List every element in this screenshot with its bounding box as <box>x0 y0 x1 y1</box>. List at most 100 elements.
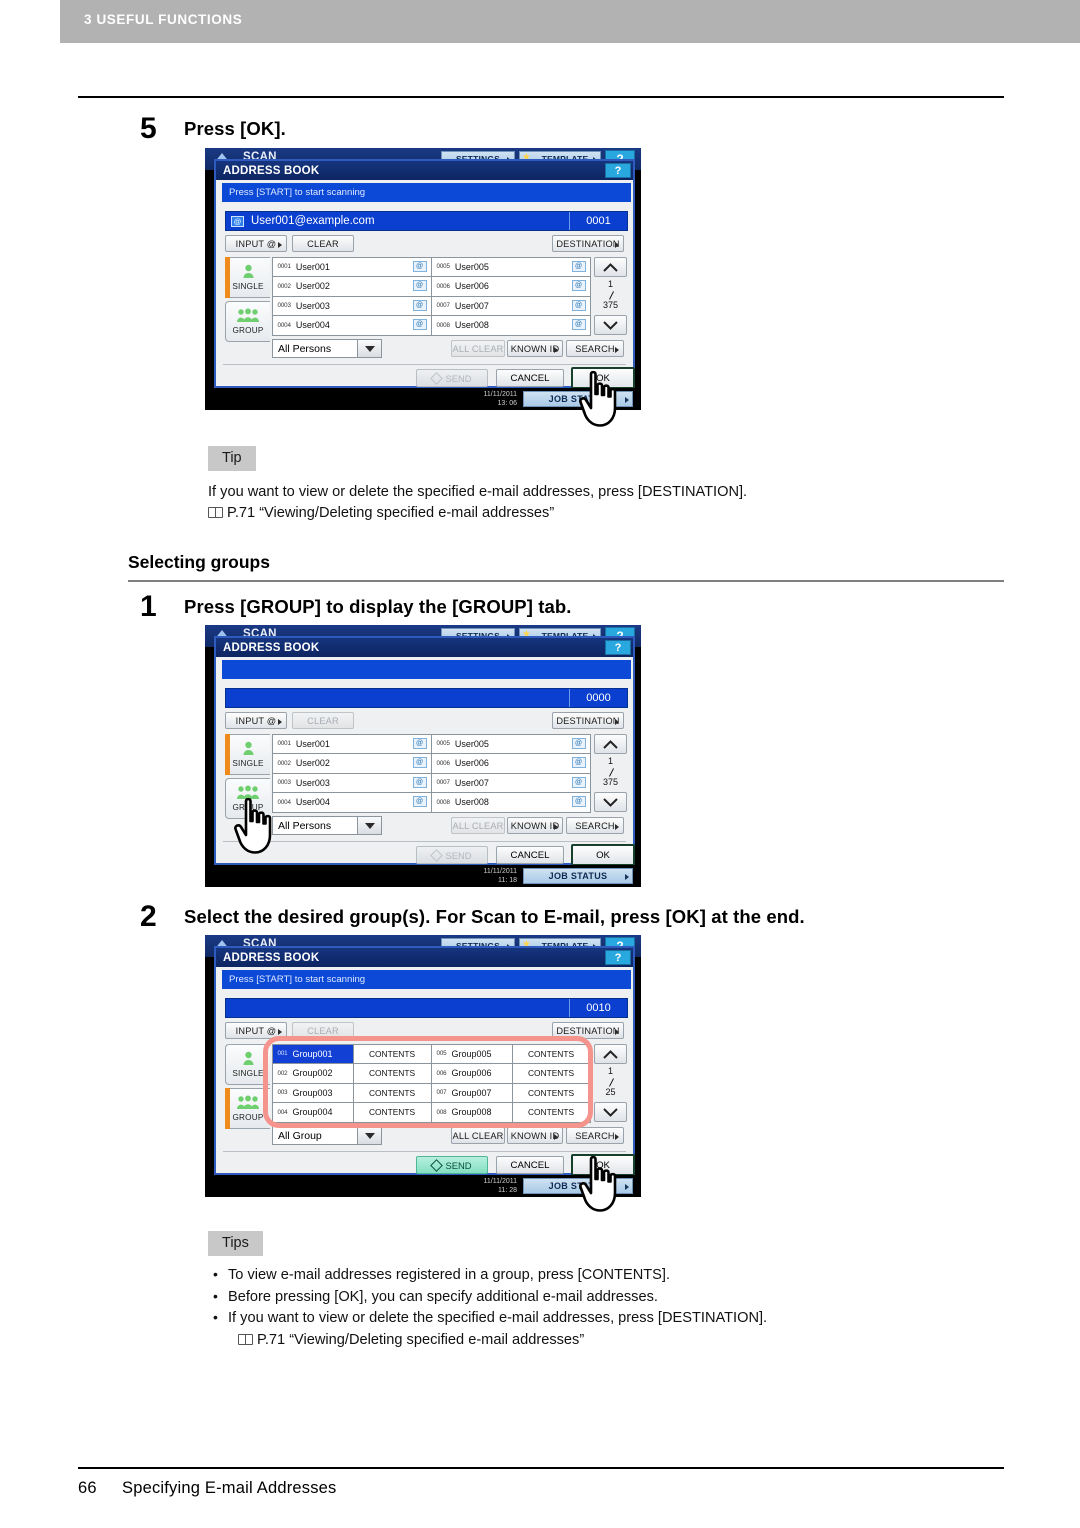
list-item[interactable]: 0005 User005 @ <box>430 733 591 754</box>
list-item[interactable]: 0005 User005 @ <box>430 256 591 277</box>
list-item[interactable]: 0003 User003 @ <box>271 772 432 793</box>
chevron-right-icon <box>554 1134 558 1140</box>
mail-icon[interactable]: @ <box>571 737 586 749</box>
list-item[interactable]: 0004 User004 @ <box>271 792 432 813</box>
scroll-down-button[interactable] <box>594 315 627 335</box>
chevron-down-icon[interactable] <box>357 1127 381 1144</box>
list-item[interactable]: 0006 User006 @ <box>430 276 591 297</box>
mail-icon[interactable]: @ <box>412 260 427 272</box>
mail-icon[interactable]: @ <box>571 280 586 291</box>
input-at-button[interactable]: INPUT @ <box>225 1022 287 1039</box>
destination-button[interactable]: DESTINATION <box>552 235 624 252</box>
contents-button[interactable]: CONTENTS <box>352 1083 431 1102</box>
contents-button[interactable]: CONTENTS <box>352 1103 431 1122</box>
known-id-button[interactable]: KNOWN ID <box>507 817 563 834</box>
list-item[interactable]: 0004 User004 @ <box>271 315 432 336</box>
cancel-button[interactable]: CANCEL <box>496 846 564 864</box>
page-separator <box>607 1078 617 1086</box>
mail-icon[interactable]: @ <box>412 796 427 807</box>
clear-button[interactable]: CLEAR <box>292 712 354 729</box>
input-at-button[interactable]: INPUT @ <box>225 712 287 729</box>
scroll-up-button[interactable] <box>594 257 627 277</box>
tab-single[interactable]: SINGLE <box>225 734 270 775</box>
mail-icon[interactable]: @ <box>571 796 586 807</box>
chevron-down-icon[interactable] <box>357 817 381 834</box>
send-button[interactable]: SEND <box>416 846 488 864</box>
known-id-button[interactable]: KNOWN ID <box>507 1127 563 1144</box>
scroll-up-button[interactable] <box>594 1044 627 1064</box>
contents-button[interactable]: CONTENTS <box>352 1064 431 1083</box>
all-clear-button[interactable]: ALL CLEAR <box>451 817 505 834</box>
mail-icon[interactable]: @ <box>571 299 586 311</box>
dialog-help-button[interactable]: ? <box>605 640 631 655</box>
scroll-up-button[interactable] <box>594 734 627 754</box>
list-item[interactable]: 006 Group006 CONTENTS <box>430 1063 591 1084</box>
list-item[interactable]: 001 Group001 CONTENTS <box>271 1043 432 1064</box>
list-item[interactable]: 005 Group005 CONTENTS <box>430 1043 591 1064</box>
dialog-help-button[interactable]: ? <box>605 950 631 965</box>
list-item[interactable]: 0003 User003 @ <box>271 295 432 316</box>
destination-button[interactable]: DESTINATION <box>552 1022 624 1039</box>
all-clear-button[interactable]: ALL CLEAR <box>451 1127 505 1144</box>
list-item[interactable]: 0001 User001 @ <box>271 256 432 277</box>
contents-button[interactable]: CONTENTS <box>511 1064 590 1083</box>
list-item[interactable]: 008 Group008 CONTENTS <box>430 1102 591 1123</box>
time-text: 11: 28 <box>498 1187 517 1194</box>
contents-button[interactable]: CONTENTS <box>511 1083 590 1102</box>
all-clear-button[interactable]: ALL CLEAR <box>451 340 505 357</box>
tab-group[interactable]: GROUP <box>225 1088 270 1129</box>
mail-icon[interactable]: @ <box>412 737 427 749</box>
contents-button[interactable]: CONTENTS <box>511 1103 590 1122</box>
search-button[interactable]: SEARCH <box>566 817 624 834</box>
contents-button[interactable]: CONTENTS <box>352 1044 431 1063</box>
tab-single[interactable]: SINGLE <box>225 1044 270 1085</box>
mail-icon[interactable]: @ <box>412 757 427 768</box>
input-at-button[interactable]: INPUT @ <box>225 235 287 252</box>
scroll-down-button[interactable] <box>594 1102 627 1122</box>
dialog-help-button[interactable]: ? <box>605 163 631 178</box>
mail-icon[interactable]: @ <box>571 260 586 272</box>
job-status-button[interactable]: JOB STATUS <box>523 868 633 884</box>
tab-group[interactable]: GROUP <box>225 301 270 342</box>
list-item[interactable]: 003 Group003 CONTENTS <box>271 1082 432 1103</box>
tab-single[interactable]: SINGLE <box>225 257 270 298</box>
mail-icon[interactable]: @ <box>571 757 586 768</box>
send-button[interactable]: SEND <box>416 1156 488 1174</box>
destination-button[interactable]: DESTINATION <box>552 712 624 729</box>
list-item[interactable]: 0002 User002 @ <box>271 753 432 774</box>
cancel-button[interactable]: CANCEL <box>496 369 564 387</box>
list-item[interactable]: 0008 User008 @ <box>430 315 591 336</box>
address-field[interactable]: 0000 <box>225 688 628 708</box>
address-field[interactable]: @ User001@example.com 0001 <box>225 211 628 231</box>
list-item[interactable]: 0008 User008 @ <box>430 792 591 813</box>
contents-button[interactable]: CONTENTS <box>511 1044 590 1063</box>
address-field[interactable]: 0010 <box>225 998 628 1018</box>
mail-icon[interactable]: @ <box>412 319 427 330</box>
chevron-down-icon[interactable] <box>357 340 381 357</box>
filter-dropdown[interactable]: All Persons <box>272 339 382 358</box>
list-item[interactable]: 0007 User007 @ <box>430 295 591 316</box>
filter-dropdown[interactable]: All Group <box>272 1126 382 1145</box>
scroll-down-button[interactable] <box>594 792 627 812</box>
ok-button[interactable]: OK <box>571 844 635 866</box>
clear-button[interactable]: CLEAR <box>292 235 354 252</box>
list-item[interactable]: 004 Group004 CONTENTS <box>271 1102 432 1123</box>
list-item[interactable]: 007 Group007 CONTENTS <box>430 1082 591 1103</box>
mail-icon[interactable]: @ <box>412 776 427 788</box>
list-item[interactable]: 002 Group002 CONTENTS <box>271 1063 432 1084</box>
list-item[interactable]: 0006 User006 @ <box>430 753 591 774</box>
search-button[interactable]: SEARCH <box>566 340 624 357</box>
send-button[interactable]: SEND <box>416 369 488 387</box>
list-item[interactable]: 0001 User001 @ <box>271 733 432 754</box>
list-item[interactable]: 0007 User007 @ <box>430 772 591 793</box>
list-item[interactable]: 0002 User002 @ <box>271 276 432 297</box>
mail-icon[interactable]: @ <box>412 299 427 311</box>
cancel-button[interactable]: CANCEL <box>496 1156 564 1174</box>
clear-button[interactable]: CLEAR <box>292 1022 354 1039</box>
known-id-button[interactable]: KNOWN ID <box>507 340 563 357</box>
mail-icon[interactable]: @ <box>571 319 586 330</box>
search-button[interactable]: SEARCH <box>566 1127 624 1144</box>
mail-icon[interactable]: @ <box>412 280 427 291</box>
filter-dropdown[interactable]: All Persons <box>272 816 382 835</box>
mail-icon[interactable]: @ <box>571 776 586 788</box>
